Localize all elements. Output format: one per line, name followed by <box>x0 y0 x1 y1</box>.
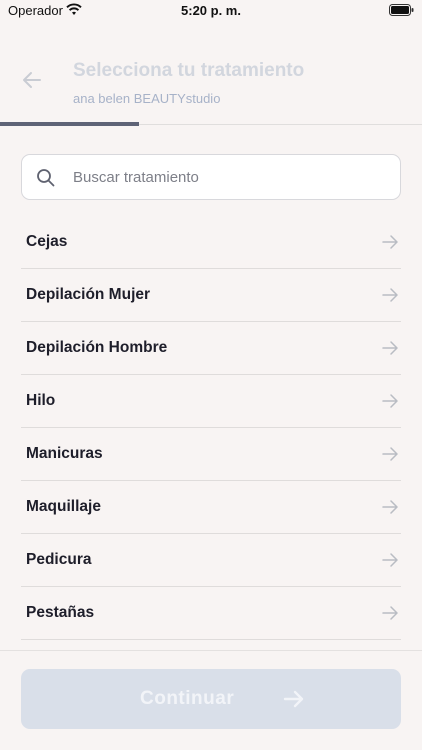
arrow-right-icon <box>381 339 399 357</box>
treatment-item[interactable]: Pedicura <box>21 534 401 587</box>
continue-button[interactable]: Continuar <box>21 669 401 729</box>
battery-icon <box>389 4 414 19</box>
back-arrow-icon[interactable] <box>20 68 44 92</box>
arrow-right-icon <box>381 233 399 251</box>
business-name: ana belen BEAUTYstudio <box>73 91 221 106</box>
treatment-label: Hilo <box>26 392 56 409</box>
arrow-right-icon <box>381 498 399 516</box>
treatment-item[interactable]: Hilo <box>21 375 401 428</box>
treatment-item[interactable]: Cejas <box>21 216 401 269</box>
progress-bar <box>0 122 140 126</box>
treatment-label: Depilación Mujer <box>26 286 151 303</box>
status-bar: Operador 5:20 p. m. <box>0 0 422 24</box>
treatment-list: Cejas Depilación Mujer Depilación Hombre Hi… <box>21 216 401 640</box>
treatment-item[interactable]: Depilación Mujer <box>21 269 401 322</box>
search-box[interactable] <box>21 154 401 200</box>
treatment-label: Cejas <box>26 233 68 250</box>
arrow-right-icon <box>381 604 399 622</box>
page-title: Selecciona tu tratamiento <box>73 60 305 81</box>
arrow-right-icon <box>381 286 399 304</box>
arrow-right-icon <box>381 551 399 569</box>
search-input[interactable] <box>73 155 393 199</box>
continue-label: Continuar <box>140 688 235 709</box>
arrow-right-icon <box>381 392 399 410</box>
treatment-label: Manicuras <box>26 445 103 462</box>
treatment-item[interactable]: Maquillaje <box>21 481 401 534</box>
treatment-label: Maquillaje <box>26 498 101 515</box>
treatment-label: Pestañas <box>26 604 95 621</box>
search-icon <box>36 168 56 188</box>
treatment-item[interactable]: Pestañas <box>21 587 401 640</box>
arrow-right-icon <box>283 688 305 710</box>
footer: Continuar <box>0 650 422 750</box>
treatment-item[interactable]: Manicuras <box>21 428 401 481</box>
treatment-label: Pedicura <box>26 551 92 568</box>
status-time: 5:20 p. m. <box>181 3 241 18</box>
treatment-label: Depilación Hombre <box>26 339 168 356</box>
arrow-right-icon <box>381 445 399 463</box>
header: Selecciona tu tratamiento ana belen BEAU… <box>0 52 422 124</box>
treatment-item[interactable]: Depilación Hombre <box>21 322 401 375</box>
